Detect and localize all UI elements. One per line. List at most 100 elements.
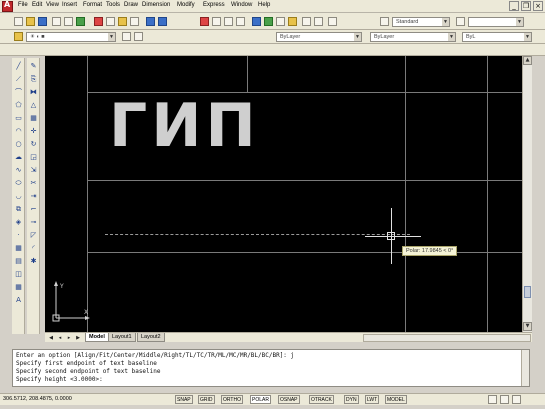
text-style-select[interactable]: Standard ▼ — [392, 17, 450, 27]
revision-cloud-icon[interactable]: ☁ — [14, 153, 23, 162]
erase-icon[interactable]: ✎ — [29, 62, 38, 71]
design-center-icon[interactable] — [264, 17, 273, 26]
first-tab-icon[interactable]: ◀ — [47, 334, 55, 342]
insert-block-icon[interactable]: ⧉ — [14, 205, 23, 214]
tool-palettes-icon[interactable] — [276, 17, 285, 26]
plot-preview-icon[interactable] — [64, 17, 73, 26]
menu-edit[interactable]: Edit — [32, 2, 42, 8]
table-icon[interactable]: ▦ — [14, 283, 23, 292]
horizontal-scrollbar[interactable] — [363, 334, 531, 342]
text-style-icon[interactable] — [380, 17, 389, 26]
rotate-icon[interactable]: ↻ — [29, 140, 38, 149]
ellipse-icon[interactable]: ⬭ — [14, 179, 23, 188]
layer-select[interactable]: ☀ ◐ ■ ▼ — [26, 32, 116, 42]
rectangle-icon[interactable]: ▭ — [14, 114, 23, 123]
grid-toggle[interactable]: GRID — [198, 395, 215, 404]
dyn-toggle[interactable]: DYN — [344, 395, 359, 404]
restore-button[interactable]: ❐ — [521, 1, 531, 11]
menu-insert[interactable]: Insert — [62, 2, 77, 8]
zoom-window-icon[interactable] — [224, 17, 233, 26]
close-icon[interactable]: × — [533, 1, 543, 11]
last-tab-icon[interactable]: ▶ — [74, 334, 82, 342]
menu-view[interactable]: View — [46, 2, 59, 8]
coordinate-readout[interactable]: 306.5712, 208.4875, 0.0000 — [3, 396, 72, 402]
layer-manager-icon[interactable] — [14, 32, 23, 41]
save-icon[interactable] — [38, 17, 47, 26]
otrack-toggle[interactable]: OTRACK — [309, 395, 334, 404]
minimize-button[interactable]: _ — [509, 1, 519, 11]
tab-layout1[interactable]: Layout1 — [108, 333, 136, 342]
next-tab-icon[interactable]: ▸ — [65, 334, 73, 342]
menu-file[interactable]: File — [18, 2, 28, 8]
dim-style-icon[interactable] — [456, 17, 465, 26]
ortho-toggle[interactable]: ORTHO — [221, 395, 243, 404]
pan-icon[interactable] — [200, 17, 209, 26]
arc-icon[interactable]: ◠ — [14, 127, 23, 136]
prev-tab-icon[interactable]: ◂ — [56, 334, 64, 342]
new-file-icon[interactable] — [14, 17, 23, 26]
circle-icon[interactable]: ○ — [14, 140, 23, 149]
break-icon[interactable]: ⌐ — [29, 205, 38, 214]
vertical-scroll-thumb[interactable] — [524, 286, 531, 298]
mirror-icon[interactable]: ⧓ — [29, 88, 38, 97]
command-line[interactable]: Enter an option [Align/Fit/Center/Middle… — [12, 349, 530, 387]
model-space-toggle[interactable]: MODEL — [385, 395, 407, 404]
zoom-realtime-icon[interactable] — [212, 17, 221, 26]
menu-dimension[interactable]: Dimension — [142, 2, 170, 8]
menu-draw[interactable]: Draw — [124, 2, 138, 8]
multiline-text-icon[interactable]: A — [14, 296, 23, 305]
lwt-toggle[interactable]: LWT — [365, 395, 380, 404]
help-icon[interactable] — [328, 17, 337, 26]
layer-previous-icon[interactable] — [134, 32, 143, 41]
hatch-icon[interactable]: ▦ — [14, 244, 23, 253]
vertical-scrollbar[interactable]: ▲ ▼ — [522, 56, 532, 332]
communication-center-icon[interactable] — [488, 395, 497, 404]
dim-style-select[interactable]: ▼ — [468, 17, 524, 27]
command-scrollbar[interactable] — [521, 350, 529, 386]
open-folder-icon[interactable] — [26, 17, 35, 26]
construction-line-icon[interactable]: ⟋ — [14, 75, 23, 84]
osnap-toggle[interactable]: OSNAP — [278, 395, 300, 404]
tab-model[interactable]: Model — [85, 333, 109, 342]
color-select[interactable]: ByLayer ▼ — [276, 32, 362, 42]
array-icon[interactable]: ▦ — [29, 114, 38, 123]
trim-icon[interactable]: ✂ — [29, 179, 38, 188]
linetype-select[interactable]: ByLayer ▼ — [370, 32, 456, 42]
scale-icon[interactable]: ◲ — [29, 153, 38, 162]
sheet-set-icon[interactable] — [288, 17, 297, 26]
undo-icon[interactable] — [146, 17, 155, 26]
menu-help[interactable]: Help — [258, 2, 270, 8]
line-icon[interactable]: ╱ — [14, 62, 23, 71]
copy-object-icon[interactable]: ⎘ — [29, 75, 38, 84]
region-icon[interactable]: ◫ — [14, 270, 23, 279]
redo-icon[interactable] — [158, 17, 167, 26]
menu-tools[interactable]: Tools — [106, 2, 120, 8]
tab-layout2[interactable]: Layout2 — [137, 333, 165, 342]
gradient-icon[interactable]: ▤ — [14, 257, 23, 266]
zoom-previous-icon[interactable] — [236, 17, 245, 26]
markup-icon[interactable] — [302, 17, 311, 26]
make-current-layer-icon[interactable] — [122, 32, 131, 41]
snap-toggle[interactable]: SNAP — [175, 395, 193, 404]
print-icon[interactable] — [52, 17, 61, 26]
menu-format[interactable]: Format — [83, 2, 102, 8]
lock-icon[interactable] — [500, 395, 509, 404]
ellipse-arc-icon[interactable]: ◡ — [14, 192, 23, 201]
point-icon[interactable]: · — [14, 231, 23, 240]
calculator-icon[interactable] — [314, 17, 323, 26]
explode-icon[interactable]: ✱ — [29, 257, 38, 266]
move-icon[interactable]: ✛ — [29, 127, 38, 136]
polyline-icon[interactable]: ⌒ — [14, 88, 23, 97]
menu-express[interactable]: Express — [203, 2, 225, 8]
menu-window[interactable]: Window — [231, 2, 252, 8]
autocad-app-icon[interactable] — [2, 0, 13, 12]
drawing-text-gip[interactable]: ГИП — [109, 96, 260, 156]
chamfer-icon[interactable]: ◸ — [29, 231, 38, 240]
cut-icon[interactable] — [94, 17, 103, 26]
properties-icon[interactable] — [252, 17, 261, 26]
offset-icon[interactable]: △ — [29, 101, 38, 110]
drawing-area[interactable]: ГИП Polar: 17.9845 < 0° Y X — [45, 56, 522, 332]
paste-icon[interactable] — [118, 17, 127, 26]
stretch-icon[interactable]: ⇲ — [29, 166, 38, 175]
scroll-down-icon[interactable]: ▼ — [523, 322, 532, 331]
